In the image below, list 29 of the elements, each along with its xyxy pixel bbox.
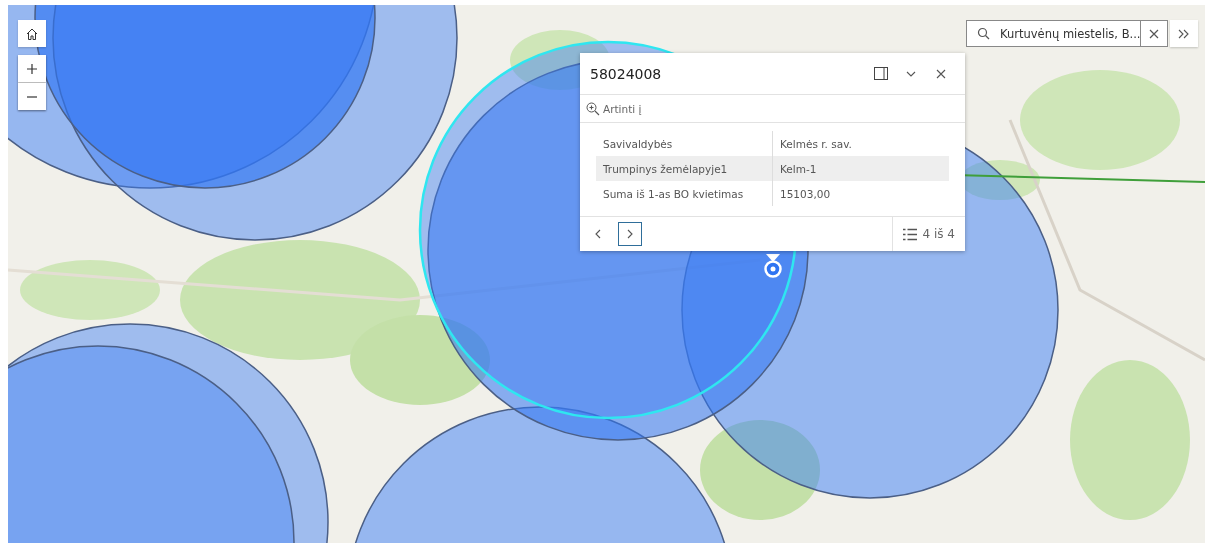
- plus-icon: [26, 62, 38, 75]
- field-value: Kelm-1: [772, 156, 949, 181]
- close-icon: [1149, 28, 1159, 39]
- feature-list-button[interactable]: 4 iš 4: [891, 217, 959, 251]
- list-icon: [902, 227, 917, 241]
- next-button[interactable]: [618, 222, 642, 246]
- close-icon: [936, 68, 946, 79]
- search-icon: [977, 27, 990, 40]
- search-field[interactable]: Kurtuvėnų miestelis, B...: [966, 20, 1140, 47]
- clear-search-button[interactable]: [1140, 20, 1168, 47]
- zoom-out-button[interactable]: [18, 83, 46, 110]
- zoom-in-button[interactable]: [18, 55, 46, 82]
- field-value: 15103,00: [772, 181, 949, 206]
- field-label: Trumpinys žemėlapyje1: [596, 156, 773, 181]
- zoom-to-link[interactable]: Artinti į: [586, 101, 642, 116]
- chevron-left-icon: [595, 229, 601, 239]
- popup-title: 58024008: [590, 65, 663, 82]
- chevron-down-icon: [906, 70, 916, 77]
- home-button[interactable]: [18, 20, 46, 47]
- zoom-in-icon: [586, 101, 600, 116]
- map-view[interactable]: Kurtuvėnų miestelis, B... 58024008 Artinti į Savivaldybės Kelmės r. sav. Trumpinys žemėlapyje1 Kelm-1 Suma iš 1-as BO kvietimas 15103,00 4 iš 4: [8, 5, 1205, 543]
- dock-icon: [874, 67, 888, 80]
- double-chevron-icon: [1178, 28, 1190, 39]
- home-icon: [25, 26, 39, 41]
- field-value: Kelmės r. sav.: [772, 131, 949, 156]
- chevron-right-icon: [627, 229, 633, 239]
- location-pin-icon: [764, 254, 782, 278]
- expand-button[interactable]: [1170, 20, 1198, 47]
- field-label: Suma iš 1-as BO kvietimas: [596, 181, 773, 206]
